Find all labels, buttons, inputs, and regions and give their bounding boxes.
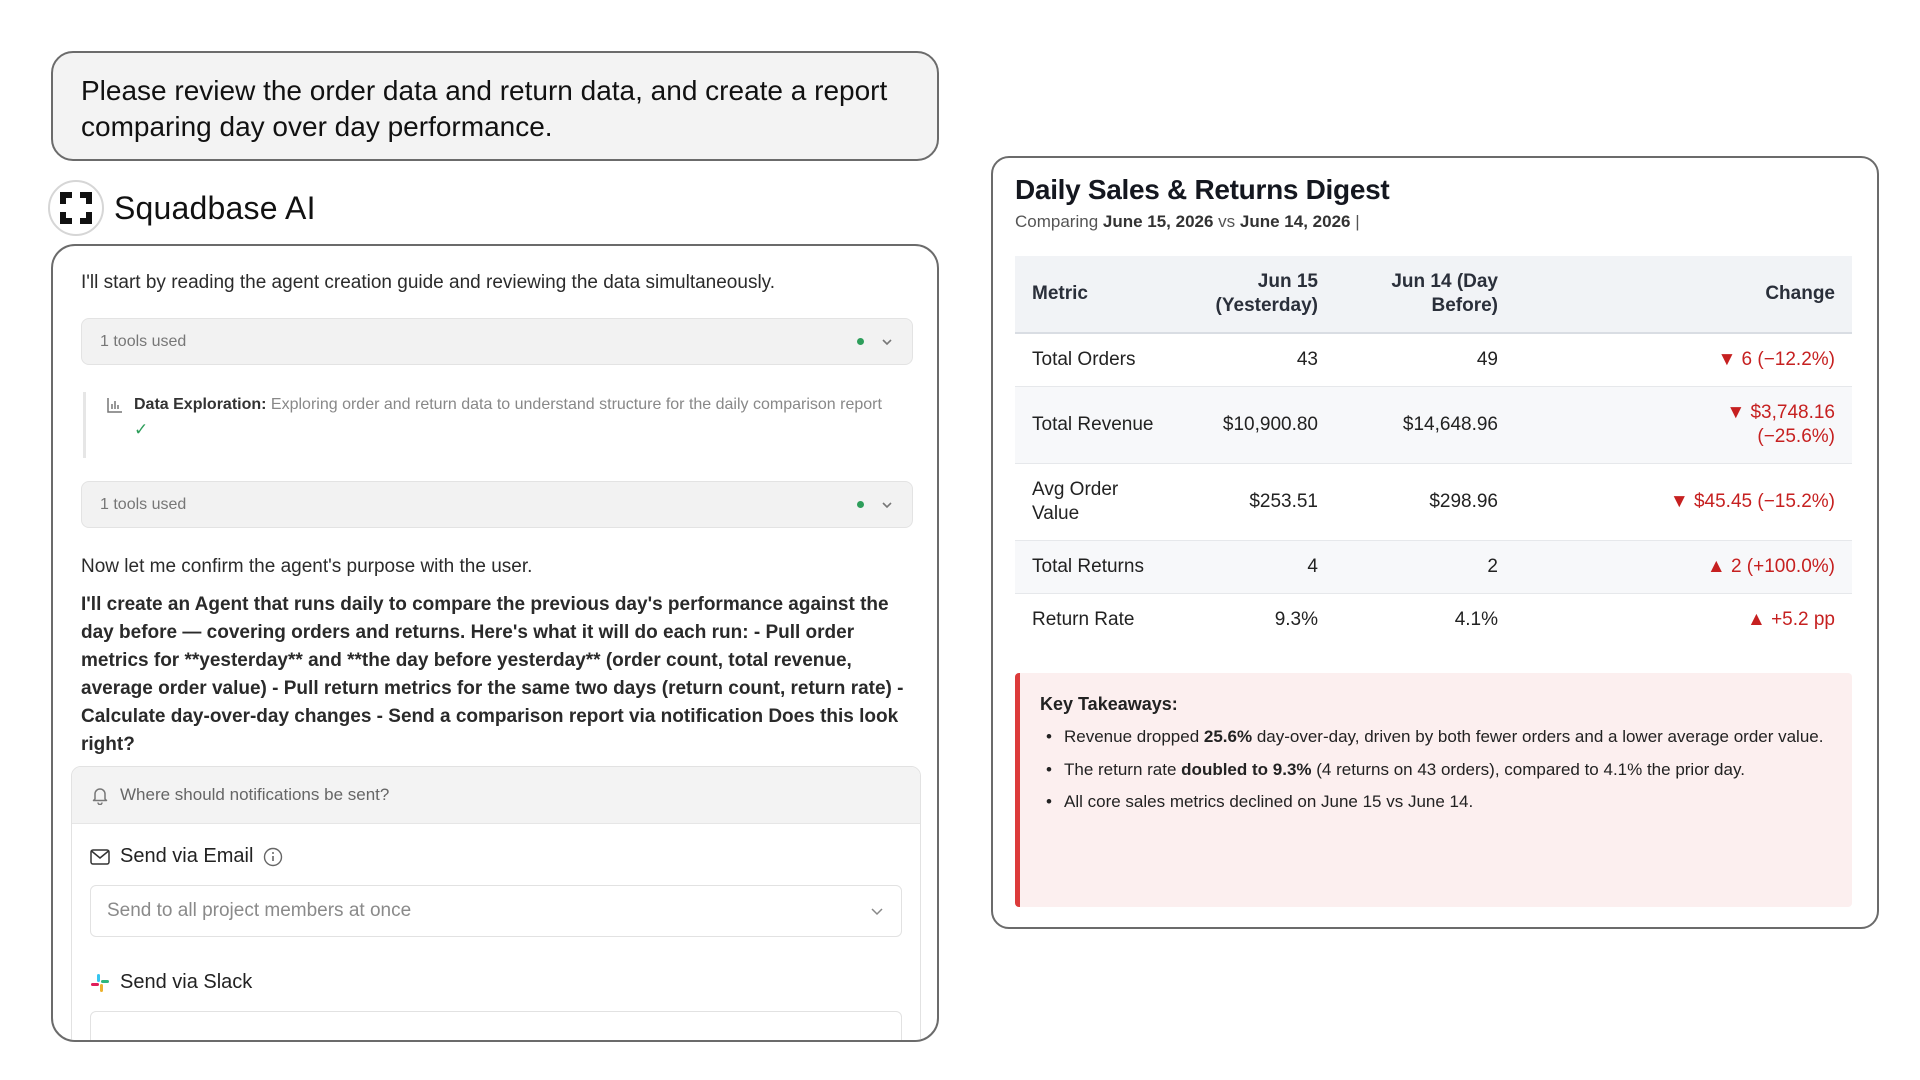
table-row: Total Orders 43 49 ▼ 6 (−12.2%): [1015, 333, 1852, 387]
takeaway-emphasis: doubled to 9.3%: [1181, 759, 1312, 779]
assistant-message: I'll start by reading the agent creation…: [81, 272, 776, 293]
subtitle-prefix: Comparing: [1015, 212, 1103, 231]
change-value: ▼ $45.45 (−15.2%): [1515, 463, 1852, 541]
status-dot-icon: [857, 338, 864, 345]
table-header-row: Metric Jun 15 (Yesterday) Jun 14 (Day Be…: [1015, 256, 1852, 334]
current-value: $10,900.80: [1205, 386, 1335, 464]
chevron-down-icon: [882, 338, 892, 345]
table-row: Total Returns 4 2 ▲ 2 (+100.0%): [1015, 540, 1852, 594]
list-item: Revenue dropped 25.6% day-over-day, driv…: [1044, 721, 1832, 754]
takeaways-heading: Key Takeaways:: [1040, 694, 1178, 714]
change-value: ▼ $3,748.16 (−25.6%): [1515, 386, 1852, 464]
slack-option-label: Send via Slack: [90, 971, 252, 994]
metric-name-text: Avg Order Value: [1032, 478, 1119, 524]
table-row: Avg Order Value $253.51 $298.96 ▼ $45.45…: [1015, 463, 1852, 541]
chat-panel[interactable]: I'll start by reading the agent creation…: [51, 244, 939, 1042]
takeaway-emphasis: 25.6%: [1203, 727, 1253, 746]
column-header-previous-text: Jun 14 (Day Before): [1391, 271, 1498, 316]
previous-value: 4.1%: [1454, 608, 1498, 630]
notification-settings-card: Where should notifications be sent? Send…: [71, 766, 921, 1040]
previous-value: $14,648.96: [1335, 386, 1515, 464]
slack-icon: [91, 973, 109, 992]
bar-chart-icon: [107, 398, 122, 413]
list-item: All core sales metrics declined on June …: [1044, 786, 1832, 819]
previous-value: $298.96: [1335, 463, 1515, 541]
takeaways-list: Revenue dropped 25.6% day-over-day, driv…: [1040, 721, 1832, 819]
slack-channel-select[interactable]: [90, 1011, 902, 1040]
metric-name: Total Returns: [1015, 540, 1205, 594]
takeaway-text: (4 returns on 43 orders), compared to 4.…: [1311, 759, 1745, 779]
current-value: $253.51: [1205, 463, 1335, 541]
tool-step-text: Exploring order and return data to under…: [270, 396, 882, 413]
list-item: The return rate doubled to 9.3% (4 retur…: [1044, 754, 1832, 787]
metric-name: Avg Order Value: [1015, 463, 1205, 541]
takeaway-text: day-over-day, driven by both fewer order…: [1252, 727, 1824, 746]
email-recipient-select[interactable]: Send to all project members at once: [90, 885, 902, 937]
column-header-change: Change: [1515, 256, 1852, 334]
notification-question-text: Where should notifications be sent?: [120, 785, 390, 804]
report-subtitle: Comparing June 15, 2026 vs June 14, 2026…: [1015, 212, 1360, 232]
squadbase-logo-icon: [48, 180, 104, 236]
chevron-down-icon: [882, 501, 892, 508]
key-takeaways: Key Takeaways: Revenue dropped 25.6% day…: [1015, 673, 1852, 907]
change-value-text: ▼ $3,748.16 (−25.6%): [1726, 401, 1835, 447]
subtitle-suffix: |: [1350, 212, 1360, 231]
previous-value: 2: [1335, 540, 1515, 594]
metric-name: Total Orders: [1015, 333, 1205, 387]
column-header-current: Jun 15 (Yesterday): [1205, 256, 1335, 334]
column-header-current-text: Jun 15 (Yesterday): [1215, 271, 1318, 316]
current-value: 43: [1205, 333, 1335, 387]
email-recipient-value: Send to all project members at once: [107, 900, 412, 921]
tools-used-label: 1 tools used: [100, 332, 187, 350]
subtitle-current-date: June 15, 2026: [1102, 212, 1214, 231]
current-value: 4: [1205, 540, 1335, 594]
email-option-label: Send via Email: [90, 845, 283, 868]
email-label-text: Send via Email: [120, 845, 254, 867]
notification-question: Where should notifications be sent?: [72, 767, 920, 824]
user-prompt-bubble: Please review the order data and return …: [51, 51, 939, 161]
column-header-metric: Metric: [1015, 256, 1205, 334]
tool-step-label: Data Exploration:: [134, 396, 267, 413]
metrics-table: Metric Jun 15 (Yesterday) Jun 14 (Day Be…: [1015, 256, 1852, 646]
takeaway-text: The return rate: [1064, 759, 1182, 779]
chevron-down-icon: [871, 908, 883, 916]
change-value: ▲ 2 (+100.0%): [1515, 540, 1852, 594]
info-icon[interactable]: [263, 847, 283, 867]
assistant-plan-message: I'll create an Agent that runs daily to …: [81, 594, 904, 755]
slack-label-text: Send via Slack: [120, 971, 253, 993]
report-title: Daily Sales & Returns Digest: [1015, 174, 1390, 205]
column-header-previous: Jun 14 (Day Before): [1335, 256, 1515, 334]
takeaway-text: Revenue dropped: [1064, 727, 1204, 746]
metric-name: Return Rate: [1032, 608, 1135, 630]
status-dot-icon: [857, 501, 864, 508]
tools-used-toggle[interactable]: 1 tools used: [81, 318, 913, 365]
tools-used-toggle[interactable]: 1 tools used: [81, 481, 913, 528]
subtitle-vs: vs: [1213, 212, 1240, 231]
change-value: ▲ +5.2 pp: [1746, 608, 1835, 630]
bell-icon: [92, 788, 108, 805]
user-prompt-text: Please review the order data and return …: [81, 75, 888, 142]
previous-value: 49: [1335, 333, 1515, 387]
assistant-header: Squadbase AI: [48, 180, 316, 236]
table-row: Total Revenue $10,900.80 $14,648.96 ▼ $3…: [1015, 386, 1852, 464]
assistant-name: Squadbase AI: [114, 189, 316, 226]
assistant-message: Now let me confirm the agent's purpose w…: [81, 556, 533, 577]
check-icon: ✓: [134, 420, 149, 439]
change-value: ▼ 6 (−12.2%): [1515, 333, 1852, 387]
subtitle-previous-date: June 14, 2026: [1239, 212, 1351, 231]
mail-icon: [90, 848, 110, 865]
current-value: 9.3%: [1274, 608, 1318, 630]
table-row: Return Rate 9.3% 4.1% ▲ +5.2 pp: [1015, 593, 1852, 646]
report-card: Daily Sales & Returns Digest Comparing J…: [991, 156, 1879, 929]
tool-step: Data Exploration: Exploring order and re…: [83, 392, 883, 458]
tools-used-label: 1 tools used: [100, 495, 187, 513]
metric-name: Total Revenue: [1015, 386, 1205, 464]
